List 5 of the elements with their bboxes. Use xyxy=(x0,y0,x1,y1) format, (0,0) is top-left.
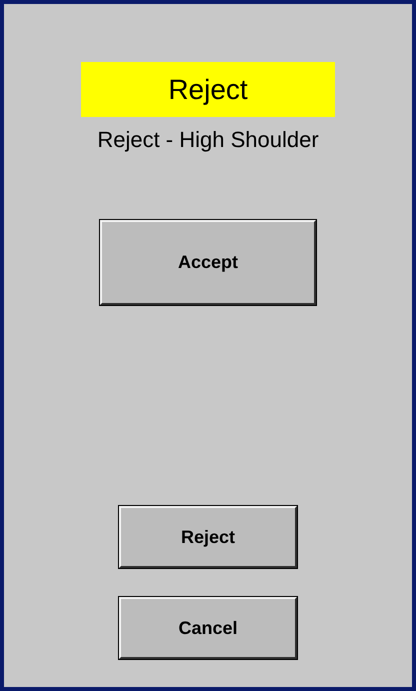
status-message: Reject - High Shoulder xyxy=(97,127,319,153)
accept-button[interactable]: Accept xyxy=(100,220,316,305)
status-banner: Reject xyxy=(81,62,335,117)
dialog-button[interactable]: Reject xyxy=(119,506,297,568)
dialog-button[interactable]: Cancel xyxy=(119,597,297,659)
